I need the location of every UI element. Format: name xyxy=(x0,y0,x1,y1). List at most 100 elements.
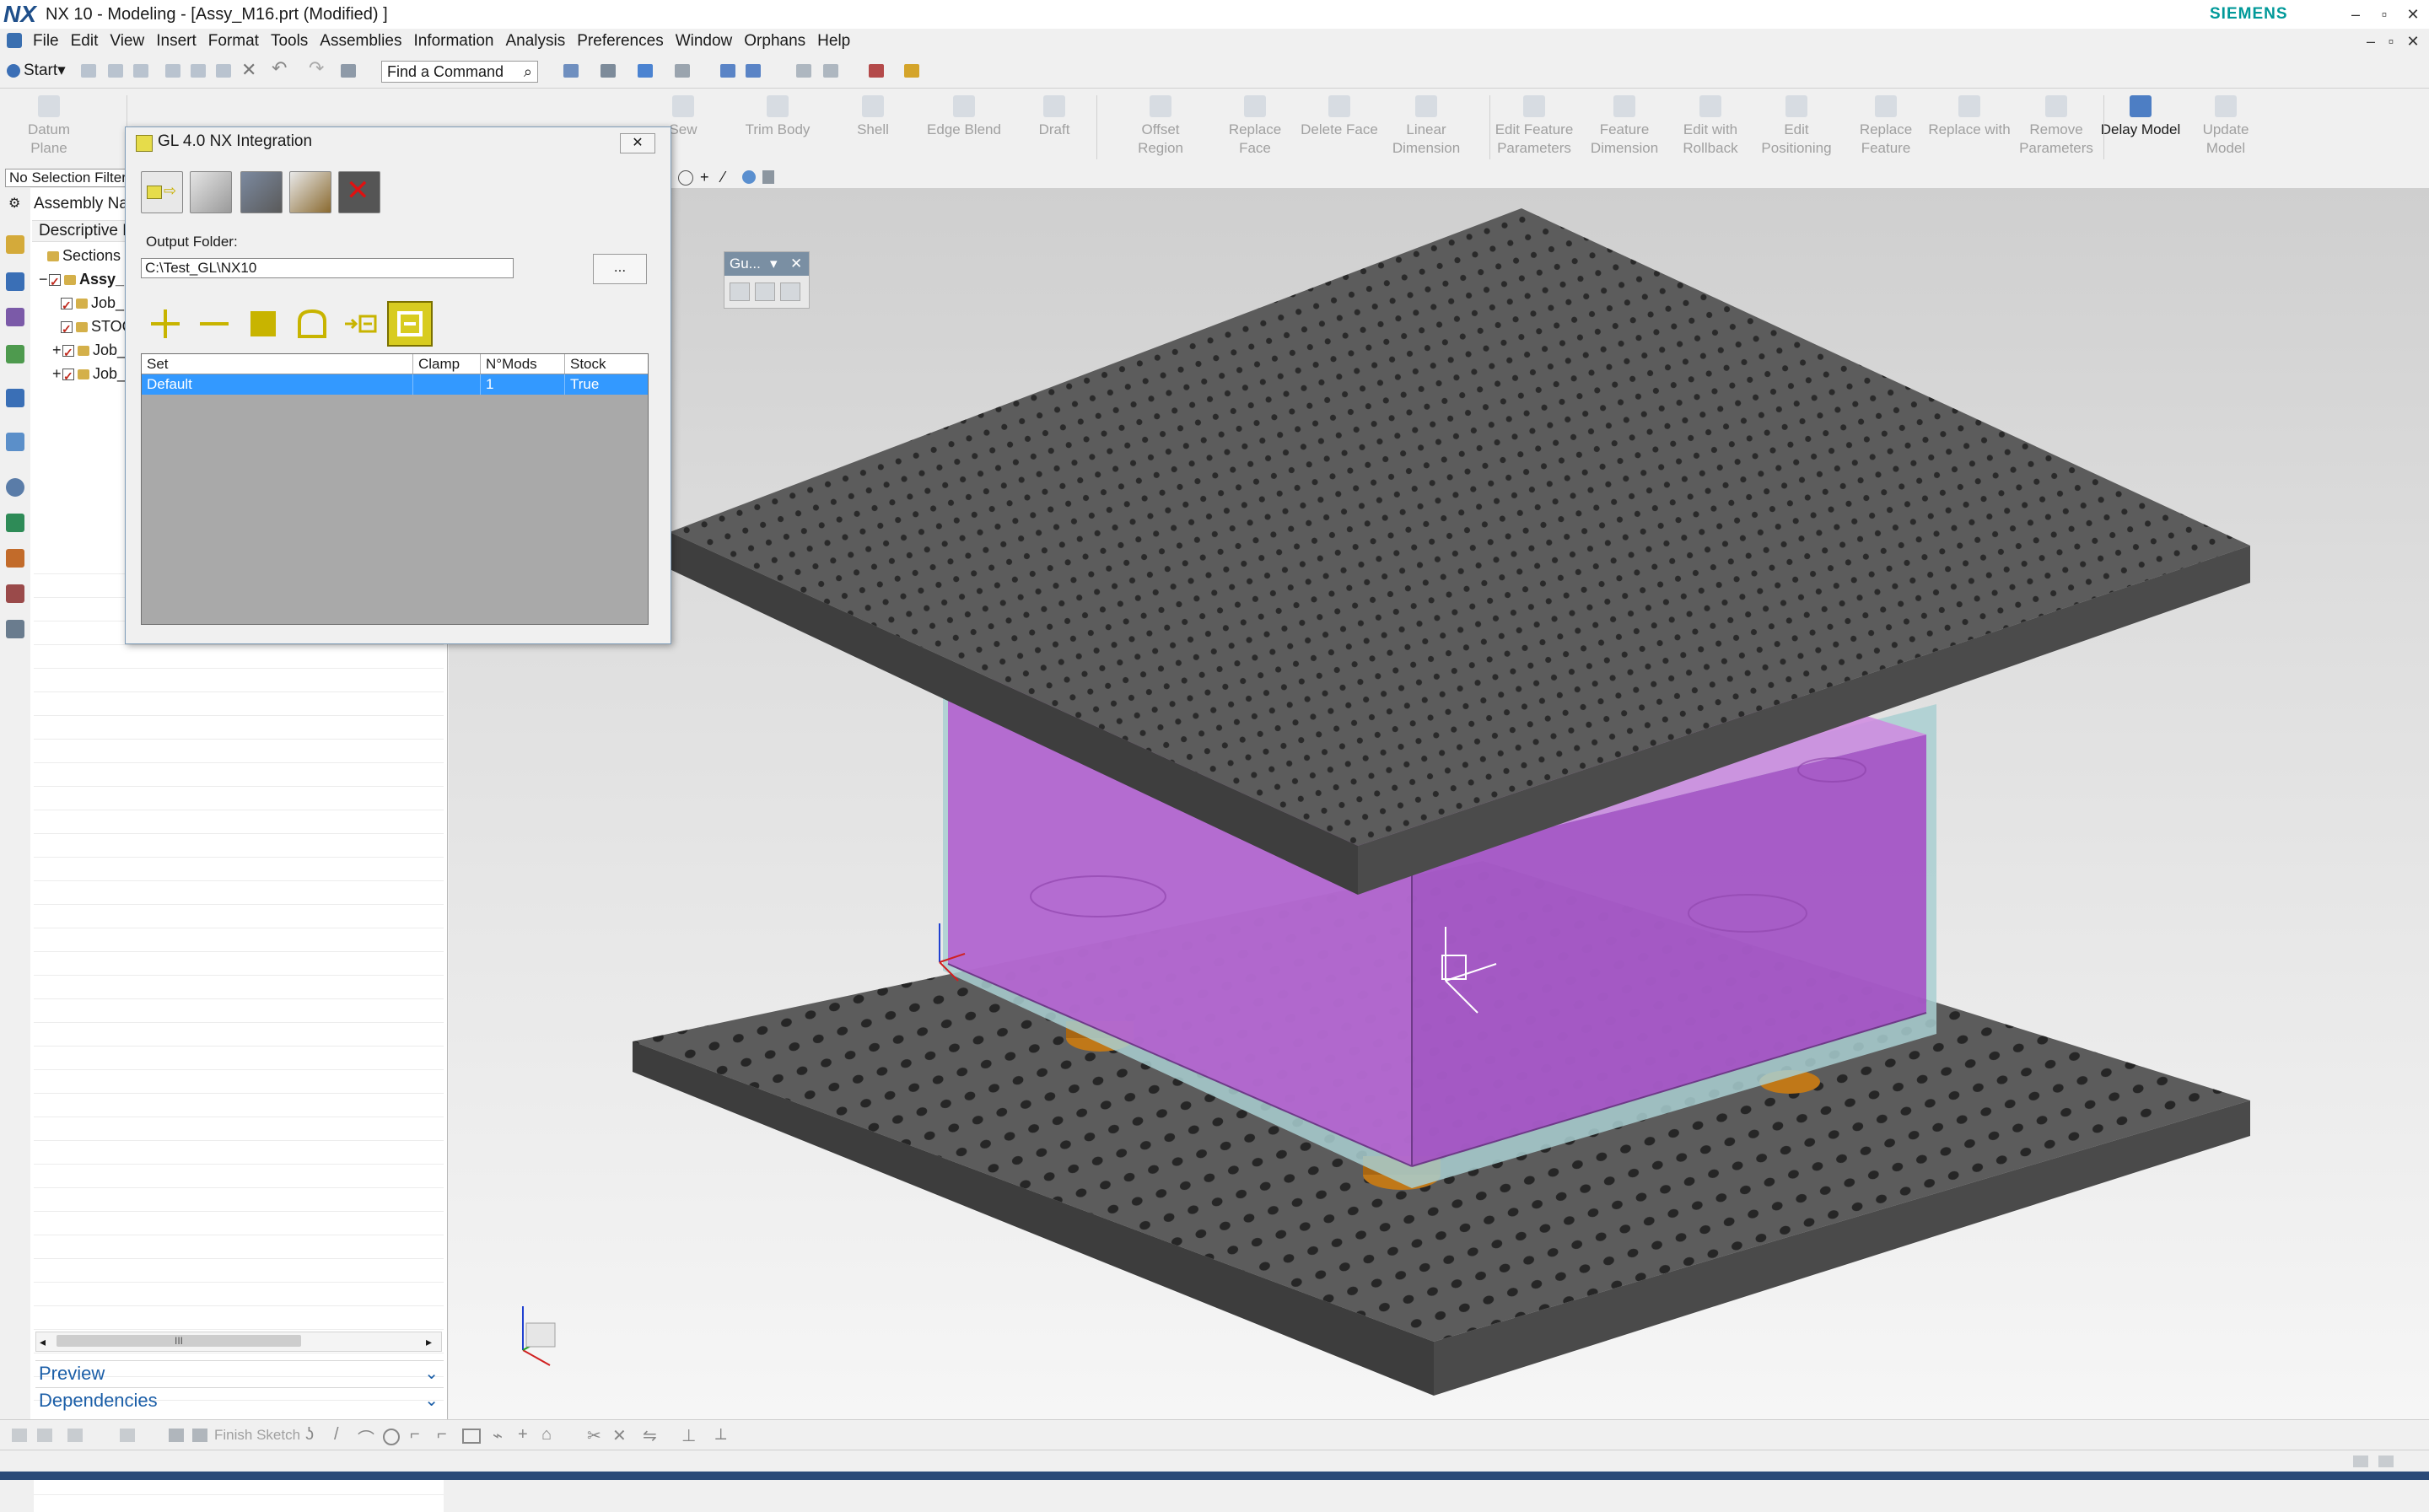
measure-icon[interactable] xyxy=(904,64,919,78)
snap-line-icon[interactable]: ⁄ xyxy=(722,169,739,186)
undo-icon[interactable]: ↶ xyxy=(272,57,287,79)
ribbon-edit-positioning-button[interactable]: Edit Positioning xyxy=(1754,89,1839,166)
system-materials-icon[interactable] xyxy=(6,514,24,532)
menu-format[interactable]: Format xyxy=(202,29,265,54)
dependencies-section[interactable]: Dependencies ⌄ xyxy=(35,1387,444,1413)
browse-button[interactable]: ... xyxy=(593,254,647,284)
open-icon[interactable] xyxy=(108,64,123,78)
ribbon-replace-feature-button[interactable]: Replace Feature xyxy=(1844,89,1928,166)
chevron-down-icon[interactable]: ▾ xyxy=(770,252,778,276)
ribbon-delay-model-button[interactable]: Delay Model xyxy=(2100,89,2181,166)
point-icon[interactable]: + xyxy=(518,1425,528,1445)
scrollbar-thumb[interactable]: III xyxy=(57,1335,301,1347)
select-circle-icon[interactable] xyxy=(678,170,693,186)
snap-view-icon[interactable] xyxy=(563,64,579,78)
cancel-export-icon[interactable]: ✕ xyxy=(338,171,380,213)
graphics-window[interactable] xyxy=(449,188,2429,1419)
save-icon[interactable] xyxy=(133,64,148,78)
profile-icon[interactable]: ʖ xyxy=(305,1425,314,1445)
menu-preferences[interactable]: Preferences xyxy=(571,29,669,54)
polygon-icon[interactable]: ⌁ xyxy=(493,1425,503,1446)
menu-window[interactable]: Window xyxy=(670,29,739,54)
copy-icon[interactable] xyxy=(191,64,206,78)
column-header-nmods[interactable]: N°Mods xyxy=(481,354,565,374)
start-button[interactable]: Start▾ xyxy=(7,59,66,83)
roles-icon[interactable] xyxy=(6,620,24,638)
horizontal-scrollbar[interactable]: ◂ III ▸ xyxy=(35,1332,442,1352)
load-database-icon[interactable] xyxy=(190,171,232,213)
column-header-set[interactable]: Set xyxy=(142,354,413,374)
ribbon-trim-body-button[interactable]: Trim Body xyxy=(730,89,825,166)
ribbon-edit-feature-parameters-button[interactable]: Edit Feature Parameters xyxy=(1484,89,1584,166)
ribbon-linear-dimension-button[interactable]: Linear Dimension xyxy=(1380,89,1473,166)
snap-center-icon[interactable] xyxy=(742,170,756,184)
constraint-navigator-icon[interactable] xyxy=(6,272,24,291)
expand-icon[interactable]: + xyxy=(52,362,62,385)
trim-icon[interactable]: ✂ xyxy=(587,1425,601,1446)
expand-icon[interactable]: + xyxy=(52,338,62,362)
render-style-icon[interactable] xyxy=(601,64,616,78)
constraint-icon[interactable]: ⊥ xyxy=(681,1425,696,1446)
sketch-options-icon[interactable] xyxy=(37,1429,52,1442)
ribbon-datum-plane-button[interactable]: Datum Plane xyxy=(12,89,86,166)
export-set-icon[interactable]: ⇨ xyxy=(141,171,183,213)
select-clamp-icon[interactable] xyxy=(293,304,331,343)
swap-tools-icon[interactable] xyxy=(240,171,283,213)
arc-icon[interactable]: ⌒ xyxy=(358,1425,374,1450)
dialog-title-bar[interactable]: GL 4.0 NX Integration ✕ xyxy=(126,127,671,156)
maximize-button[interactable]: ▫ xyxy=(2370,0,2399,29)
minimize-button[interactable]: – xyxy=(2341,0,2370,29)
menu-analysis[interactable]: Analysis xyxy=(500,29,572,54)
orient-view-icon[interactable] xyxy=(638,64,653,78)
scroll-right-icon[interactable]: ▸ xyxy=(426,1332,432,1351)
ribbon-replace-with-button[interactable]: Replace with xyxy=(1928,89,2011,166)
menu-assemblies[interactable]: Assemblies xyxy=(314,29,407,54)
app-menu-icon[interactable] xyxy=(7,33,22,48)
repeat-command-icon[interactable] xyxy=(341,64,356,78)
layer-settings-icon[interactable] xyxy=(746,64,761,78)
finish-sketch-icon[interactable] xyxy=(192,1429,207,1442)
clamp-settings-icon[interactable] xyxy=(289,171,331,213)
mini-tool-2-icon[interactable] xyxy=(755,282,775,301)
column-header-clamp[interactable]: Clamp xyxy=(413,354,481,374)
dialog-close-button[interactable]: ✕ xyxy=(620,133,655,153)
preview-section[interactable]: Preview ⌄ xyxy=(35,1360,444,1386)
table-row[interactable]: Default 1 True xyxy=(142,374,648,395)
visibility-checkbox[interactable] xyxy=(62,364,74,388)
cut-icon[interactable] xyxy=(165,64,180,78)
dimension-icon[interactable]: ⟂ xyxy=(715,1425,726,1445)
menu-insert[interactable]: Insert xyxy=(150,29,202,54)
sketch-task-icon[interactable] xyxy=(67,1429,83,1442)
mini-toolbar-header[interactable]: Gu... ▾ ✕ xyxy=(724,252,809,276)
ribbon-remove-parameters-button[interactable]: Remove Parameters xyxy=(2009,89,2103,166)
remove-set-icon[interactable] xyxy=(195,304,234,343)
rectangle-icon[interactable] xyxy=(462,1429,481,1444)
ribbon-delete-face-button[interactable]: Delete Face xyxy=(1295,89,1383,166)
visibility-checkbox[interactable] xyxy=(61,293,73,317)
process-studio-icon[interactable] xyxy=(6,549,24,568)
doc-close-button[interactable]: ✕ xyxy=(2399,29,2427,54)
close-window-button[interactable]: ✕ xyxy=(2399,0,2427,29)
chamfer-icon[interactable]: ⌐ xyxy=(437,1425,447,1445)
mini-tool-3-icon[interactable] xyxy=(780,282,800,301)
snap-curve-icon[interactable] xyxy=(823,64,838,78)
snap-plus-icon[interactable]: + xyxy=(700,169,717,186)
visibility-checkbox[interactable] xyxy=(49,270,61,293)
export-arrow-icon[interactable] xyxy=(342,304,380,343)
ribbon-offset-region-button[interactable]: Offset Region xyxy=(1122,89,1199,166)
select-stock-icon[interactable] xyxy=(244,304,283,343)
add-set-icon[interactable] xyxy=(146,304,185,343)
output-folder-input[interactable]: C:\Test_GL\NX10 xyxy=(141,258,514,278)
menu-edit[interactable]: Edit xyxy=(65,29,105,54)
delete-icon[interactable]: ✕ xyxy=(241,59,256,81)
column-header-stock[interactable]: Stock xyxy=(565,354,648,374)
visibility-checkbox[interactable] xyxy=(62,341,74,364)
ribbon-edge-blend-button[interactable]: Edge Blend xyxy=(916,89,1012,166)
scroll-left-icon[interactable]: ◂ xyxy=(40,1332,46,1351)
settings-gear-icon[interactable]: ⚙ xyxy=(8,195,20,212)
mirror-icon[interactable]: ⇋ xyxy=(643,1425,657,1446)
mini-tool-1-icon[interactable] xyxy=(730,282,750,301)
snap-extra-icon[interactable] xyxy=(762,170,774,184)
menu-information[interactable]: Information xyxy=(407,29,499,54)
background-icon[interactable] xyxy=(675,64,690,78)
